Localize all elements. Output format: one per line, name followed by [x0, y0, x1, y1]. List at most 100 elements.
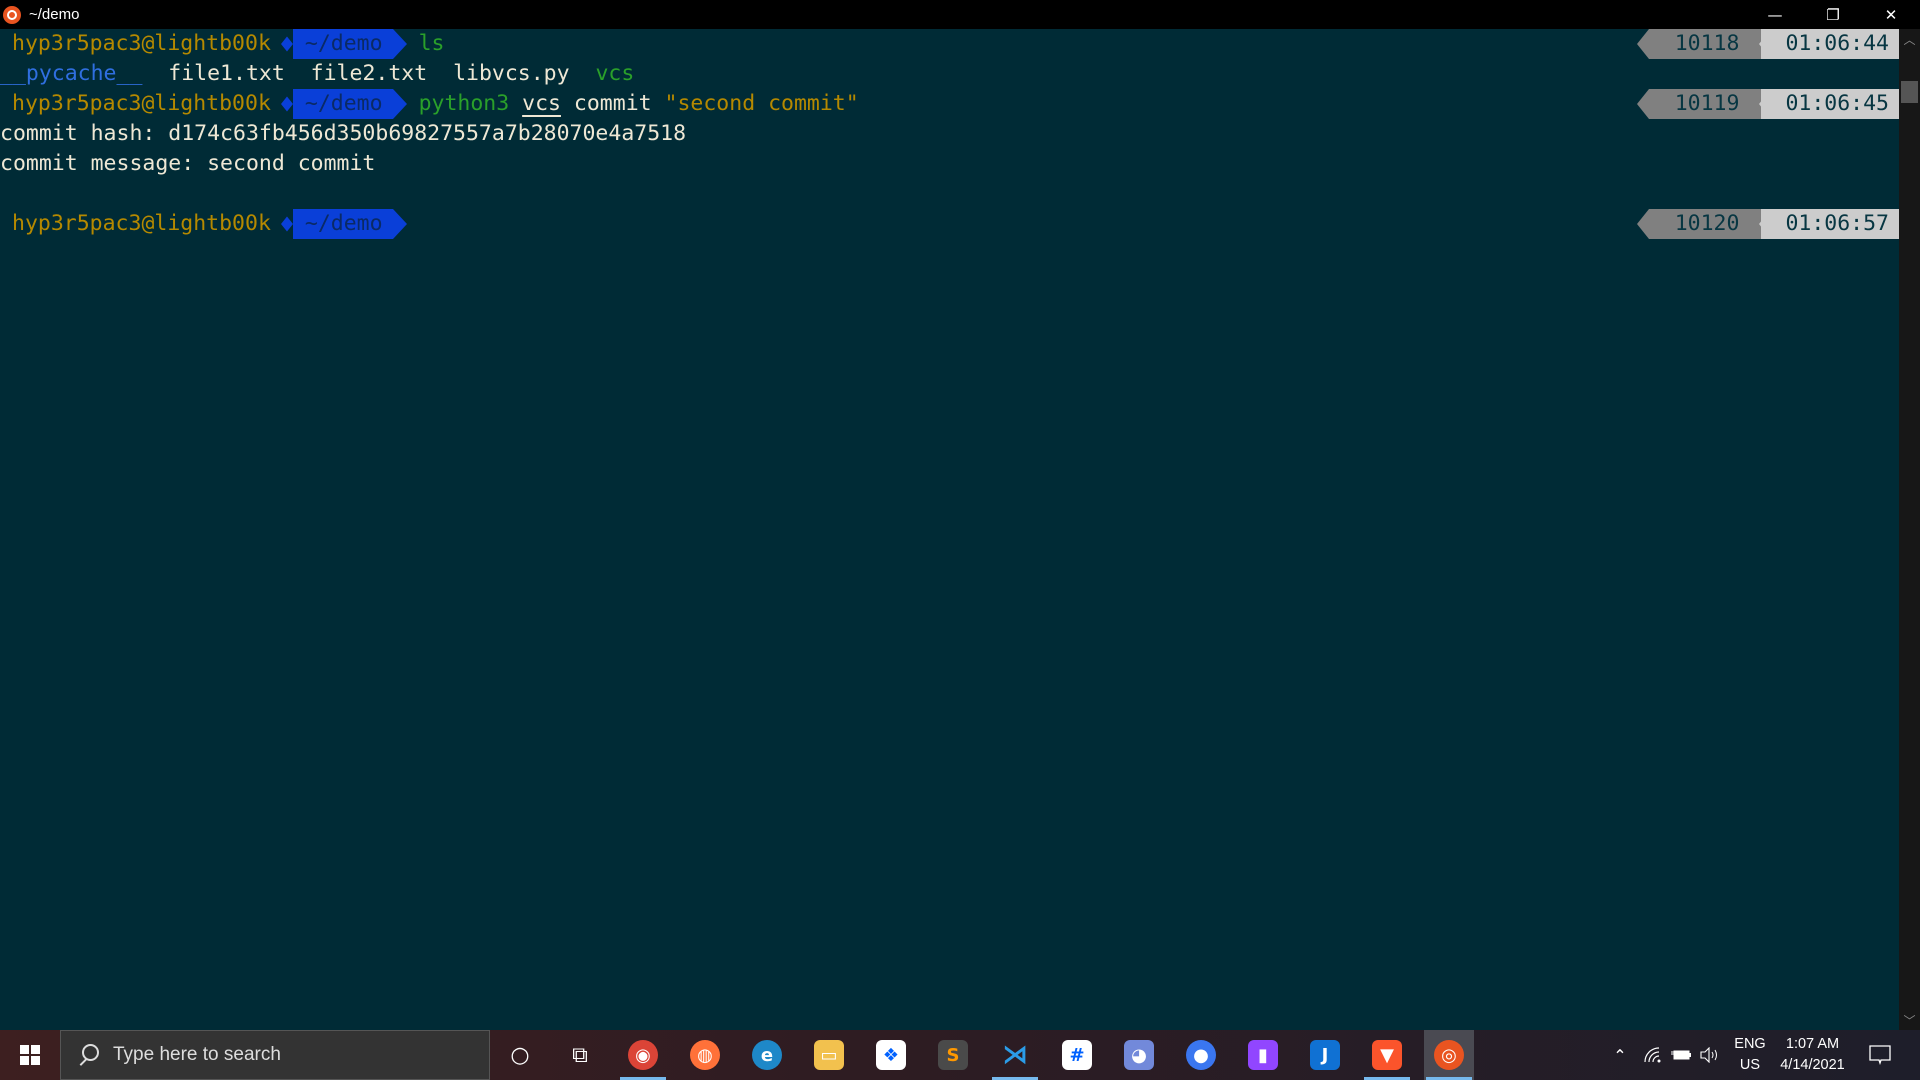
prompt-directory: ~/demo: [280, 29, 407, 59]
sublime-icon: S: [938, 1040, 968, 1070]
right-prompt: 10119 01:06:45: [1636, 89, 1899, 119]
slack-icon: #: [1062, 1040, 1092, 1070]
clock-date: 4/14/2021: [1780, 1057, 1845, 1073]
minimize-button[interactable]: —: [1746, 0, 1804, 29]
terminal-output[interactable]: hyp3r5pac3@lightb00k ~/demo ls 10118 01:06:4…: [0, 29, 1899, 1030]
clock-time: 1:07 AM: [1785, 1036, 1840, 1052]
action-center-button[interactable]: [1860, 1030, 1900, 1080]
search-icon: [77, 1044, 99, 1066]
command-token: ls: [418, 31, 445, 56]
history-number: 10119: [1636, 89, 1762, 119]
taskbar-search[interactable]: Type here to search: [60, 1030, 490, 1080]
chrome-icon: ◉: [628, 1040, 658, 1070]
scrollbar-thumb[interactable]: [1901, 81, 1918, 103]
taskbar-app-twitch[interactable]: ▮: [1238, 1030, 1288, 1080]
prompt-line: hyp3r5pac3@lightb00k ~/demo python3 vcs co…: [0, 89, 1899, 119]
restore-button[interactable]: ❐: [1804, 0, 1862, 29]
command-text: ls: [419, 31, 445, 56]
twitch-icon: ▮: [1248, 1040, 1278, 1070]
vscode-icon: ⋊: [1002, 1040, 1028, 1070]
command-token: "second commit": [664, 91, 859, 116]
close-button[interactable]: ✕: [1862, 0, 1920, 29]
output-token: [427, 61, 453, 86]
output-token: file2.txt: [310, 61, 428, 86]
ubuntu-icon: ◎: [1434, 1040, 1464, 1070]
taskbar-app-ubuntu[interactable]: ◎: [1424, 1030, 1474, 1080]
scroll-up-arrow-icon[interactable]: ︿: [1899, 29, 1920, 49]
history-number: 10120: [1636, 209, 1762, 239]
output-token: vcs: [595, 61, 635, 86]
network-icon[interactable]: [1638, 1030, 1668, 1080]
taskbar-app-file-explorer[interactable]: ▭: [804, 1030, 854, 1080]
window-controls: — ❐ ✕: [1746, 0, 1920, 29]
folder-icon: ▭: [814, 1040, 844, 1070]
taskbar-app-firefox[interactable]: ◍: [680, 1030, 730, 1080]
prompt-user-host: hyp3r5pac3@lightb00k: [12, 91, 271, 116]
title-bar: ~/demo — ❐ ✕: [0, 0, 1920, 29]
window-title: ~/demo: [29, 6, 80, 23]
taskbar-app-signal[interactable]: ●: [1176, 1030, 1226, 1080]
taskbar: Type here to search ○ ⧉ ◉ ◍ e ▭ ❖ S ⋊ # ◕ ● ▮ J ▼ ◎ ⌃ E…: [0, 1030, 1920, 1080]
battery-icon[interactable]: [1666, 1030, 1696, 1080]
edge-icon: e: [752, 1040, 782, 1070]
keyboard-layout: US: [1739, 1057, 1761, 1073]
output-line: commit message: second commit: [0, 149, 1899, 179]
right-prompt: 10120 01:06:57: [1636, 209, 1899, 239]
output-token: [142, 61, 168, 86]
clock[interactable]: 1:07 AM 4/14/2021: [1770, 1030, 1855, 1080]
history-number: 10118: [1636, 29, 1762, 59]
output-token: [285, 61, 311, 86]
taskbar-app-brave[interactable]: ▼: [1362, 1030, 1412, 1080]
cortana-icon: ○: [510, 1042, 530, 1068]
windows-logo-icon: [20, 1045, 40, 1065]
language-code: ENG: [1734, 1036, 1766, 1052]
show-hidden-icons-button[interactable]: ⌃: [1605, 1030, 1635, 1080]
output-token: commit hash: d174c63fb456d350b69827557a7…: [0, 121, 687, 146]
brave-icon: ▼: [1372, 1040, 1402, 1070]
prompt-line: hyp3r5pac3@lightb00k ~/demo ls 10118 01:06:4…: [0, 29, 1899, 59]
command-timestamp: 01:06:44: [1759, 29, 1899, 59]
command-token: [509, 91, 522, 116]
taskbar-app-sublime-text[interactable]: S: [928, 1030, 978, 1080]
prompt-directory: ~/demo: [280, 209, 407, 239]
prompt-directory: ~/demo: [280, 89, 407, 119]
command-timestamp: 01:06:45: [1759, 89, 1899, 119]
task-view-icon: ⧉: [572, 1042, 588, 1068]
right-prompt: 10118 01:06:44: [1636, 29, 1899, 59]
output-line: __pycache__ file1.txt file2.txt libvcs.p…: [0, 59, 1899, 89]
chevron-up-icon: ⌃: [1613, 1045, 1627, 1065]
prompt-line: hyp3r5pac3@lightb00k ~/demo 10120 01:06:57: [0, 209, 1899, 239]
output-token: __pycache__: [0, 61, 143, 86]
volume-icon[interactable]: [1695, 1030, 1725, 1080]
command-token: python3: [418, 91, 510, 116]
joplin-icon: J: [1310, 1040, 1340, 1070]
start-button[interactable]: [0, 1030, 60, 1080]
taskbar-app-vscode[interactable]: ⋊: [990, 1030, 1040, 1080]
taskbar-app-slack[interactable]: #: [1052, 1030, 1102, 1080]
scrollbar[interactable]: ︿ ﹀: [1899, 29, 1920, 1030]
taskbar-app-dropbox[interactable]: ❖: [866, 1030, 916, 1080]
output-token: file1.txt: [168, 61, 285, 86]
ubuntu-icon: [3, 5, 21, 24]
command-token: commit: [560, 91, 665, 116]
output-line: commit hash: d174c63fb456d350b69827557a7…: [0, 119, 1899, 149]
taskbar-app-discord[interactable]: ◕: [1114, 1030, 1164, 1080]
output-token: commit message: second commit: [0, 151, 376, 176]
output-token: libvcs.py: [453, 61, 570, 86]
taskbar-app-edge[interactable]: e: [742, 1030, 792, 1080]
taskbar-app-chrome[interactable]: ◉: [618, 1030, 668, 1080]
notification-icon: [1869, 1045, 1891, 1065]
signal-icon: ●: [1186, 1040, 1216, 1070]
command-text: python3 vcs commit "second commit": [419, 91, 859, 116]
firefox-icon: ◍: [690, 1040, 720, 1070]
output-token: [570, 61, 596, 86]
prompt-user-host: hyp3r5pac3@lightb00k: [12, 211, 271, 236]
prompt-user-host: hyp3r5pac3@lightb00k: [12, 31, 271, 56]
language-indicator[interactable]: ENG US: [1730, 1030, 1770, 1080]
scroll-down-arrow-icon[interactable]: ﹀: [1899, 1010, 1920, 1030]
taskbar-app-task-view[interactable]: ⧉: [555, 1030, 605, 1080]
taskbar-app-joplin[interactable]: J: [1300, 1030, 1350, 1080]
command-token: vcs: [522, 91, 561, 116]
taskbar-app-cortana[interactable]: ○: [495, 1030, 545, 1080]
